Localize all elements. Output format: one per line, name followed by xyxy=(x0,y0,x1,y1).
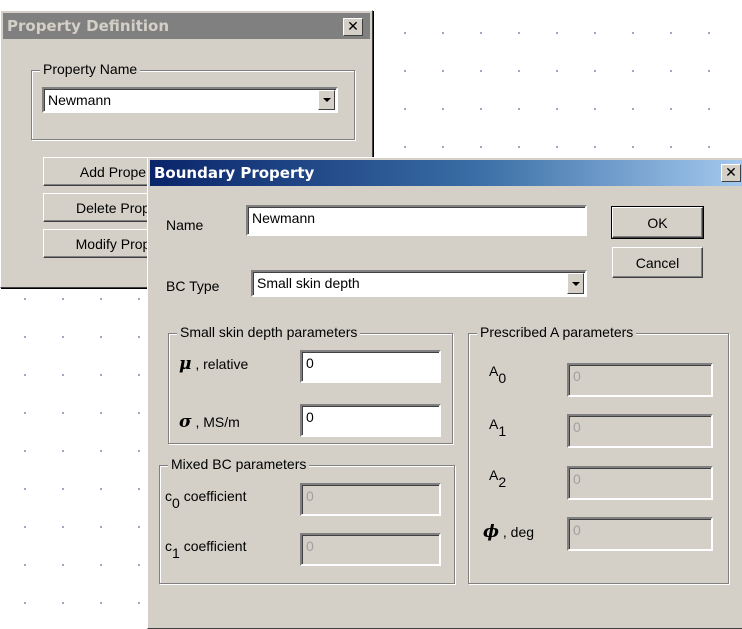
c1-base: c xyxy=(165,538,172,554)
name-value: Newmann xyxy=(252,210,316,226)
a2-input[interactable]: 0 xyxy=(567,466,713,500)
c0-coefficient-value: 0 xyxy=(306,488,314,504)
property-definition-title: Property Definition xyxy=(7,17,170,35)
mu-relative-label: μ , relative xyxy=(179,354,248,374)
a0-base: A xyxy=(489,363,499,379)
name-input[interactable]: Newmann xyxy=(246,205,587,236)
prescribed-a-legend: Prescribed A parameters xyxy=(477,324,637,340)
phi-label-text: , deg xyxy=(502,524,535,540)
close-icon[interactable]: ✕ xyxy=(343,18,363,36)
a1-value: 0 xyxy=(573,419,581,435)
bc-type-label: BC Type xyxy=(166,278,220,294)
close-icon[interactable]: ✕ xyxy=(721,164,741,182)
modify-property-label: Modify Prop xyxy=(75,235,151,252)
sigma-symbol: σ xyxy=(179,412,192,432)
a2-value: 0 xyxy=(573,471,581,487)
chevron-down-icon[interactable] xyxy=(318,90,335,110)
sigma-value: 0 xyxy=(306,409,314,425)
c0-base: c xyxy=(165,488,172,504)
cancel-label: Cancel xyxy=(635,254,680,271)
boundary-property-window: Boundary Property ✕ Name Newmann OK Canc… xyxy=(147,157,742,629)
phi-deg-input[interactable]: 0 xyxy=(567,517,713,551)
c0-subscript: 0 xyxy=(172,495,180,511)
a1-label: A1 xyxy=(489,416,506,439)
boundary-property-titlebar[interactable]: Boundary Property xyxy=(150,160,742,186)
mu-label-text: , relative xyxy=(195,356,249,372)
delete-property-label: Delete Prop xyxy=(76,199,150,216)
name-label: Name xyxy=(166,217,204,233)
a1-subscript: 1 xyxy=(498,423,507,439)
ok-label: OK xyxy=(647,214,668,231)
a0-subscript: 0 xyxy=(498,370,507,386)
cancel-button[interactable]: Cancel xyxy=(612,247,703,278)
phi-deg-value: 0 xyxy=(573,522,581,538)
bc-type-select[interactable]: Small skin depth xyxy=(251,270,587,297)
c1-coefficient-input[interactable]: 0 xyxy=(300,533,441,566)
add-property-label: Add Prope xyxy=(79,163,147,180)
property-definition-titlebar[interactable]: Property Definition xyxy=(3,13,370,39)
c0-label-text: coefficient xyxy=(183,488,247,504)
mixed-bc-legend: Mixed BC parameters xyxy=(168,456,310,472)
property-name-select[interactable]: Newmann xyxy=(42,87,338,113)
a1-base: A xyxy=(489,416,499,432)
small-skin-depth-legend: Small skin depth parameters xyxy=(177,324,361,340)
a2-label: A2 xyxy=(489,467,506,490)
property-name-value: Newmann xyxy=(48,92,112,108)
mu-relative-value: 0 xyxy=(306,355,314,371)
phi-symbol: ϕ xyxy=(483,522,500,542)
c0-coefficient-label: c0 coefficient xyxy=(165,488,246,511)
mixed-bc-group: Mixed BC parameters c0 coefficient 0 c1 … xyxy=(159,456,455,584)
a1-input[interactable]: 0 xyxy=(567,414,713,448)
a0-value: 0 xyxy=(573,368,581,384)
a0-label: A0 xyxy=(489,363,506,386)
sigma-label-text: , MS/m xyxy=(195,414,240,430)
mu-relative-input[interactable]: 0 xyxy=(300,350,441,383)
property-name-legend: Property Name xyxy=(40,61,141,77)
c1-subscript: 1 xyxy=(172,545,180,561)
c0-coefficient-input[interactable]: 0 xyxy=(300,483,441,516)
sigma-input[interactable]: 0 xyxy=(300,404,441,437)
phi-deg-label: ϕ , deg xyxy=(483,522,534,542)
c1-coefficient-value: 0 xyxy=(306,538,314,554)
ok-button[interactable]: OK xyxy=(611,206,704,239)
property-name-group: Property Name Newmann xyxy=(31,61,355,140)
chevron-down-icon[interactable] xyxy=(567,273,584,294)
a2-subscript: 2 xyxy=(498,474,507,490)
sigma-label: σ , MS/m xyxy=(179,412,240,432)
a0-input[interactable]: 0 xyxy=(567,363,713,397)
prescribed-a-group: Prescribed A parameters A0 0 A1 0 A2 0 ϕ… xyxy=(468,324,729,584)
mu-symbol: μ xyxy=(179,354,192,374)
boundary-property-title: Boundary Property xyxy=(154,164,315,182)
a2-base: A xyxy=(489,467,499,483)
bc-type-value: Small skin depth xyxy=(257,275,360,291)
c1-coefficient-label: c1 coefficient xyxy=(165,538,246,561)
c1-label-text: coefficient xyxy=(183,538,247,554)
small-skin-depth-group: Small skin depth parameters μ , relative… xyxy=(168,324,453,444)
